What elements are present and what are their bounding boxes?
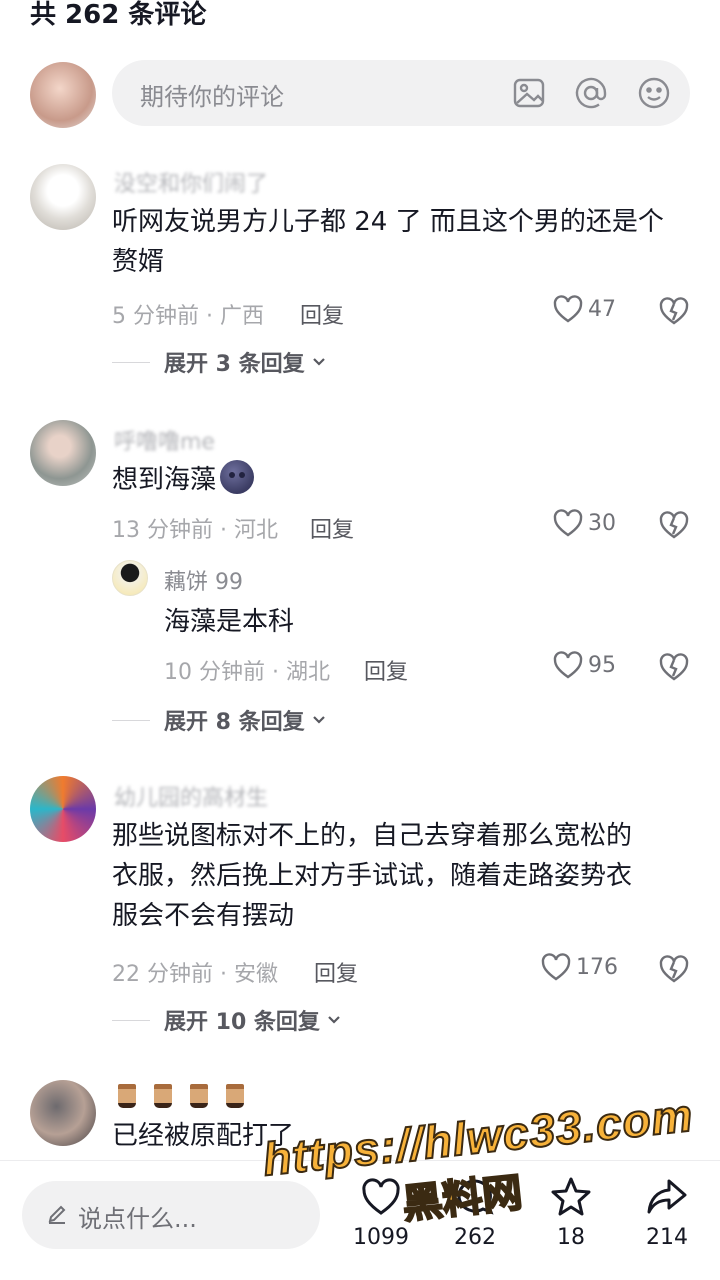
comment-input[interactable]: 期待你的评论 xyxy=(112,60,690,126)
bubble-tea-icon xyxy=(118,1084,136,1108)
comment-text: 听网友说男方儿子都 24 了 而且这个男的还是个 赘婿 xyxy=(112,207,664,277)
bubble-tea-icon xyxy=(154,1084,172,1108)
chevron-down-icon xyxy=(312,358,325,366)
like-button[interactable]: 176 xyxy=(540,952,618,982)
expand-replies[interactable]: 展开 8 条回复 xyxy=(112,704,327,736)
dislike-icon[interactable] xyxy=(658,510,690,540)
bubble-tea-icon xyxy=(190,1084,208,1108)
comment-count-title: 共 262 条评论 xyxy=(30,0,207,30)
moon-emoji-icon xyxy=(220,460,255,494)
say-something-input[interactable]: 说点什么... xyxy=(22,1181,320,1249)
dislike-icon[interactable] xyxy=(658,652,690,682)
favorite-total: 18 xyxy=(557,1225,585,1250)
reply-button[interactable]: 回复 xyxy=(310,512,354,544)
expand-replies[interactable]: 展开 3 条回复 xyxy=(112,346,327,378)
share-total: 214 xyxy=(646,1225,688,1250)
like-count: 95 xyxy=(588,652,616,678)
comment-meta: 13 分钟前 · 河北 xyxy=(112,518,278,543)
heart-icon xyxy=(553,651,583,679)
heart-icon xyxy=(553,509,583,537)
divider xyxy=(112,719,150,721)
comment-total: 262 xyxy=(454,1225,496,1250)
avatar[interactable] xyxy=(30,1080,96,1146)
like-button[interactable]: 30 xyxy=(552,508,616,538)
like-count: 176 xyxy=(576,954,618,980)
comment-meta: 22 分钟前 · 安徽 xyxy=(112,962,278,987)
divider xyxy=(112,361,150,363)
chevron-down-icon xyxy=(312,716,325,724)
username[interactable]: 幼儿园的高材生 xyxy=(114,780,268,812)
current-user-avatar xyxy=(30,62,96,128)
bubble-tea-icon xyxy=(226,1084,244,1108)
reply-text: 海藻是本科 xyxy=(164,607,295,637)
username[interactable]: 没空和你们闹了 xyxy=(114,166,268,198)
like-count: 47 xyxy=(588,296,616,322)
comment-input-placeholder: 期待你的评论 xyxy=(140,83,284,111)
at-icon[interactable] xyxy=(574,76,608,110)
avatar[interactable] xyxy=(30,776,96,842)
star-icon xyxy=(551,1177,591,1216)
say-something-placeholder: 说点什么... xyxy=(78,1205,197,1233)
expand-replies[interactable]: 展开 10 条回复 xyxy=(112,1004,342,1036)
reply-button[interactable]: 回复 xyxy=(314,956,358,988)
reply-avatar[interactable] xyxy=(112,560,148,596)
heart-icon xyxy=(541,953,571,981)
share-arrow-icon xyxy=(647,1179,687,1214)
comment-meta: 5 分钟前 · 广西 xyxy=(112,304,264,329)
username-emoji xyxy=(118,1084,262,1112)
share-action[interactable]: 214 xyxy=(622,1175,712,1250)
divider xyxy=(112,1019,150,1021)
username[interactable]: 呼噜噜me xyxy=(114,424,215,456)
dislike-icon[interactable] xyxy=(658,296,690,326)
dislike-icon[interactable] xyxy=(658,954,690,984)
bottom-action-bar: 说点什么... 1099 262 18 214 xyxy=(0,1160,720,1280)
favorite-action[interactable]: 18 xyxy=(526,1175,616,1250)
comment-text: 想到海藻 xyxy=(112,460,255,500)
emoji-icon[interactable] xyxy=(637,76,671,110)
image-icon[interactable] xyxy=(512,76,546,110)
reply-button[interactable]: 回复 xyxy=(364,654,408,686)
like-count: 30 xyxy=(588,510,616,536)
like-button[interactable]: 95 xyxy=(552,650,616,680)
chevron-down-icon xyxy=(328,1016,340,1024)
reply-username[interactable]: 藕饼 99 xyxy=(164,564,243,596)
comment-text: 那些说图标对不上的，自己去穿着那么宽松的 衣服，然后挽上对方手试试，随着走路姿势… xyxy=(112,821,633,931)
avatar[interactable] xyxy=(30,164,96,230)
heart-icon xyxy=(362,1178,400,1215)
reply-button[interactable]: 回复 xyxy=(300,298,344,330)
heart-icon xyxy=(553,295,583,323)
reply-meta: 10 分钟前 · 湖北 xyxy=(164,660,330,685)
avatar[interactable] xyxy=(30,420,96,486)
pencil-icon xyxy=(48,1205,66,1224)
like-button[interactable]: 47 xyxy=(552,294,616,324)
